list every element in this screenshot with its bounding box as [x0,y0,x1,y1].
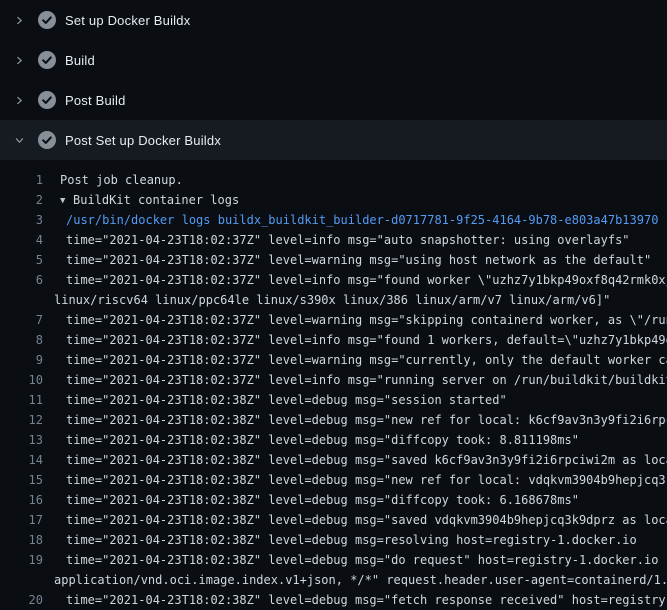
log-text: time="2021-04-23T18:02:38Z" level=debug … [43,410,667,430]
step-label: Post Build [65,93,126,108]
line-number[interactable]: 6 [0,270,43,290]
log-line-continuation: application/vnd.oci.image.index.v1+json,… [0,570,667,590]
line-number[interactable]: 8 [0,330,43,350]
line-number[interactable]: 5 [0,250,43,270]
log-text: time="2021-04-23T18:02:37Z" level=warnin… [43,310,667,330]
log-text: time="2021-04-23T18:02:37Z" level=info m… [43,270,667,290]
line-number[interactable]: 20 [0,590,43,610]
log-line-14: 14time="2021-04-23T18:02:38Z" level=debu… [0,450,667,470]
log-line-2: 2▼BuildKit container logs [0,190,667,210]
check-circle-icon [38,131,56,149]
step-label: Post Set up Docker Buildx [65,133,221,148]
log-text: BuildKit container logs [73,193,239,207]
step-header-post-build[interactable]: Post Build [0,80,667,120]
log-line-10: 10time="2021-04-23T18:02:37Z" level=info… [0,370,667,390]
log-line-18: 18time="2021-04-23T18:02:38Z" level=debu… [0,530,667,550]
log-line-6: 6time="2021-04-23T18:02:37Z" level=info … [0,270,667,290]
line-number[interactable]: 4 [0,230,43,250]
log-text: time="2021-04-23T18:02:37Z" level=warnin… [43,350,667,370]
line-number[interactable]: 16 [0,490,43,510]
step-header-post-set-up-docker-buildx[interactable]: Post Set up Docker Buildx [0,120,667,160]
line-number[interactable]: 19 [0,550,43,570]
log-line-8: 8time="2021-04-23T18:02:37Z" level=info … [0,330,667,350]
log-text: time="2021-04-23T18:02:37Z" level=info m… [43,330,667,350]
log-line-11: 11time="2021-04-23T18:02:38Z" level=debu… [0,390,667,410]
log-line-16: 16time="2021-04-23T18:02:38Z" level=debu… [0,490,667,510]
chevron-right-icon [12,93,26,107]
line-number[interactable]: 11 [0,390,43,410]
log-text: linux/riscv64 linux/ppc64le linux/s390x … [43,290,610,310]
log-area: 1Post job cleanup.2▼BuildKit container l… [0,160,667,610]
check-circle-icon [38,11,56,29]
chevron-right-icon [12,53,26,67]
chevron-down-icon [12,133,26,147]
line-number[interactable]: 2 [0,190,43,210]
step-header-set-up-docker-buildx[interactable]: Set up Docker Buildx [0,0,667,40]
log-line-20: 20time="2021-04-23T18:02:38Z" level=debu… [0,590,667,610]
log-text: time="2021-04-23T18:02:37Z" level=warnin… [43,250,651,270]
check-circle-icon [38,91,56,109]
step-label: Set up Docker Buildx [65,13,190,28]
line-number[interactable]: 13 [0,430,43,450]
step-header-build[interactable]: Build [0,40,667,80]
log-text: time="2021-04-23T18:02:38Z" level=debug … [43,450,667,470]
log-text: time="2021-04-23T18:02:38Z" level=debug … [43,510,667,530]
collapse-triangle-icon: ▼ [60,191,73,211]
log-line-12: 12time="2021-04-23T18:02:38Z" level=debu… [0,410,667,430]
line-number[interactable]: 12 [0,410,43,430]
log-text: time="2021-04-23T18:02:37Z" level=info m… [43,230,630,250]
log-line-9: 9time="2021-04-23T18:02:37Z" level=warni… [0,350,667,370]
line-number[interactable]: 18 [0,530,43,550]
line-number[interactable]: 7 [0,310,43,330]
log-text: application/vnd.oci.image.index.v1+json,… [43,570,667,590]
log-text: time="2021-04-23T18:02:38Z" level=debug … [43,530,637,550]
log-command-text: /usr/bin/docker logs buildx_buildkit_bui… [43,210,658,230]
line-number[interactable]: 9 [0,350,43,370]
line-number[interactable]: 10 [0,370,43,390]
chevron-right-icon [12,13,26,27]
check-circle-icon [38,51,56,69]
log-line-continuation: linux/riscv64 linux/ppc64le linux/s390x … [0,290,667,310]
log-line-17: 17time="2021-04-23T18:02:38Z" level=debu… [0,510,667,530]
log-text: time="2021-04-23T18:02:38Z" level=debug … [43,430,579,450]
log-line-19: 19time="2021-04-23T18:02:38Z" level=debu… [0,550,667,570]
line-number[interactable]: 15 [0,470,43,490]
log-text: time="2021-04-23T18:02:38Z" level=debug … [43,590,667,610]
log-line-1: 1Post job cleanup. [0,170,667,190]
line-number[interactable]: 17 [0,510,43,530]
log-text: time="2021-04-23T18:02:38Z" level=debug … [43,470,667,490]
line-number[interactable]: 1 [0,170,43,190]
log-text: time="2021-04-23T18:02:38Z" level=debug … [43,550,667,570]
step-label: Build [65,53,95,68]
line-number [0,290,43,310]
log-line-15: 15time="2021-04-23T18:02:38Z" level=debu… [0,470,667,490]
line-number[interactable]: 3 [0,210,43,230]
log-group-toggle[interactable]: ▼BuildKit container logs [43,190,239,210]
line-number[interactable]: 14 [0,450,43,470]
workflow-steps-list: Set up Docker Buildx Build Post Build Post … [0,0,667,160]
log-text: time="2021-04-23T18:02:38Z" level=debug … [43,490,579,510]
log-line-7: 7time="2021-04-23T18:02:37Z" level=warni… [0,310,667,330]
log-line-4: 4time="2021-04-23T18:02:37Z" level=info … [0,230,667,250]
line-number [0,570,43,590]
log-line-13: 13time="2021-04-23T18:02:38Z" level=debu… [0,430,667,450]
log-text: time="2021-04-23T18:02:37Z" level=info m… [43,370,667,390]
log-text: time="2021-04-23T18:02:38Z" level=debug … [43,390,507,410]
log-line-3: 3/usr/bin/docker logs buildx_buildkit_bu… [0,210,667,230]
log-line-5: 5time="2021-04-23T18:02:37Z" level=warni… [0,250,667,270]
log-text: Post job cleanup. [43,170,183,190]
